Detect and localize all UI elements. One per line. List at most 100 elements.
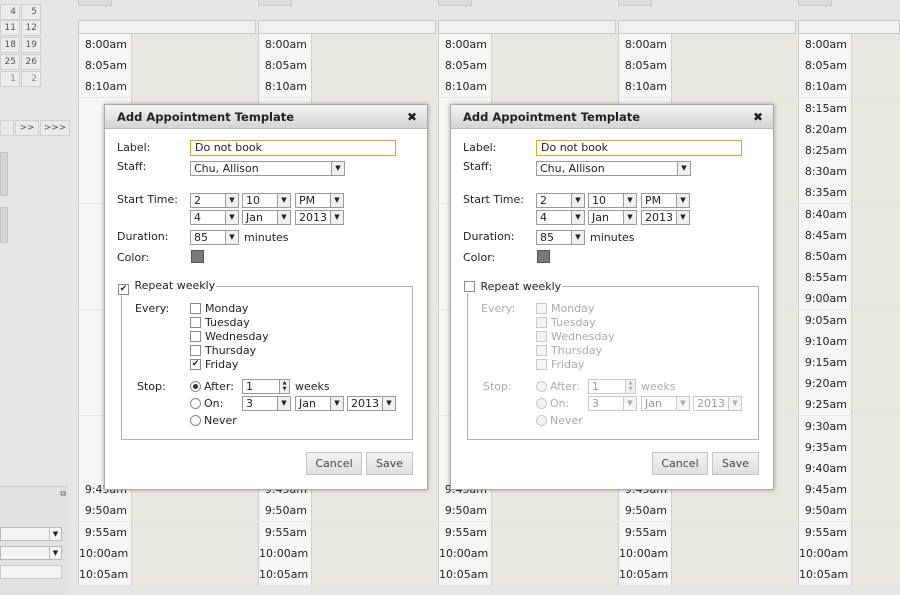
time-slot-cell[interactable] bbox=[852, 161, 900, 183]
time-slot-cell[interactable] bbox=[312, 500, 436, 522]
spinner-down-icon[interactable]: ▼ bbox=[629, 386, 633, 392]
time-slot-cell[interactable] bbox=[492, 542, 616, 564]
duration-select[interactable]: 85 ▼ bbox=[536, 230, 585, 245]
monday-checkbox[interactable] bbox=[190, 303, 201, 314]
time-slot-cell[interactable] bbox=[492, 564, 616, 585]
time-slot-cell[interactable] bbox=[132, 500, 256, 522]
mini-calendar-day[interactable]: 2 bbox=[21, 71, 41, 87]
time-slot-cell[interactable] bbox=[132, 76, 256, 98]
repeat-weekly-checkbox[interactable] bbox=[464, 281, 475, 292]
mini-calendar-day[interactable]: 12 bbox=[21, 20, 41, 36]
day-header[interactable] bbox=[438, 20, 616, 34]
start-minute-select[interactable]: 10 ▼ bbox=[242, 193, 291, 208]
start-year-select[interactable]: 2013 ▼ bbox=[295, 210, 344, 225]
color-swatch[interactable] bbox=[537, 250, 550, 263]
popout-icon[interactable]: ⧉ bbox=[60, 489, 66, 499]
time-slot-cell[interactable] bbox=[852, 436, 900, 458]
after-weeks-spinner[interactable]: 1 ▲ ▼ bbox=[588, 379, 636, 394]
column-tab[interactable] bbox=[78, 0, 112, 6]
nav-next-month-button[interactable]: >>> bbox=[40, 120, 70, 136]
time-slot-cell[interactable] bbox=[852, 76, 900, 98]
time-slot-cell[interactable] bbox=[852, 542, 900, 564]
time-slot-cell[interactable] bbox=[852, 118, 900, 140]
stop-never-radio[interactable] bbox=[536, 415, 547, 426]
stop-never-radio[interactable] bbox=[190, 415, 201, 426]
time-slot-cell[interactable] bbox=[852, 352, 900, 373]
day-header[interactable] bbox=[798, 20, 900, 34]
mini-calendar-day[interactable]: 26 bbox=[21, 54, 41, 70]
column-tab[interactable] bbox=[438, 0, 472, 6]
save-button[interactable]: Save bbox=[712, 452, 759, 475]
start-day-select[interactable]: 4 ▼ bbox=[536, 210, 585, 225]
time-slot-cell[interactable] bbox=[852, 521, 900, 543]
time-slot-cell[interactable] bbox=[852, 55, 900, 77]
side-tab[interactable] bbox=[0, 152, 8, 196]
time-slot-cell[interactable] bbox=[312, 521, 436, 543]
time-slot-cell[interactable] bbox=[672, 34, 796, 55]
friday-checkbox[interactable] bbox=[536, 359, 547, 370]
time-slot-cell[interactable] bbox=[312, 76, 436, 98]
thursday-checkbox[interactable] bbox=[536, 345, 547, 356]
start-ampm-select[interactable]: PM ▼ bbox=[295, 193, 344, 208]
close-icon[interactable]: ✖ bbox=[753, 105, 763, 129]
wednesday-checkbox[interactable] bbox=[190, 331, 201, 342]
time-slot-cell[interactable] bbox=[132, 542, 256, 564]
time-slot-cell[interactable] bbox=[852, 97, 900, 119]
time-slot-cell[interactable] bbox=[852, 34, 900, 55]
side-input[interactable] bbox=[0, 565, 62, 579]
side-select[interactable]: ▼ bbox=[0, 546, 62, 560]
time-slot-cell[interactable] bbox=[312, 34, 436, 55]
friday-checkbox[interactable]: ✔ bbox=[190, 359, 201, 370]
spinner-arrows-icon[interactable]: ▲ ▼ bbox=[625, 380, 635, 393]
label-input[interactable]: Do not book bbox=[190, 140, 396, 156]
time-slot-cell[interactable] bbox=[852, 246, 900, 267]
time-slot-cell[interactable] bbox=[132, 521, 256, 543]
time-slot-cell[interactable] bbox=[852, 415, 900, 437]
after-weeks-spinner[interactable]: 1 ▲ ▼ bbox=[242, 379, 290, 394]
mini-calendar-day[interactable]: 1 bbox=[0, 71, 20, 87]
start-ampm-select[interactable]: PM ▼ bbox=[641, 193, 690, 208]
time-slot-cell[interactable] bbox=[132, 564, 256, 585]
time-slot-cell[interactable] bbox=[492, 500, 616, 522]
mini-calendar-day[interactable]: 18 bbox=[0, 37, 20, 53]
mini-calendar-day[interactable]: 4 bbox=[0, 4, 20, 20]
label-input[interactable]: Do not book bbox=[536, 140, 742, 156]
stop-year-select[interactable]: 2013 ▼ bbox=[347, 396, 396, 411]
thursday-checkbox[interactable] bbox=[190, 345, 201, 356]
start-day-select[interactable]: 4 ▼ bbox=[190, 210, 239, 225]
mini-calendar-day[interactable]: 25 bbox=[0, 54, 20, 70]
repeat-weekly-checkbox[interactable]: ✔ bbox=[118, 284, 129, 295]
mini-calendar-day[interactable]: 11 bbox=[0, 20, 20, 36]
mini-calendar-day[interactable]: 5 bbox=[21, 4, 41, 20]
time-slot-cell[interactable] bbox=[852, 564, 900, 585]
day-header[interactable] bbox=[78, 20, 256, 34]
time-slot-cell[interactable] bbox=[492, 521, 616, 543]
time-slot-cell[interactable] bbox=[852, 182, 900, 204]
time-slot-cell[interactable] bbox=[672, 564, 796, 585]
cancel-button[interactable]: Cancel bbox=[306, 452, 362, 475]
time-slot-cell[interactable] bbox=[852, 479, 900, 501]
time-slot-cell[interactable] bbox=[492, 55, 616, 77]
column-tab[interactable] bbox=[258, 0, 292, 6]
nav-next-button[interactable] bbox=[0, 120, 14, 136]
start-hour-select[interactable]: 2 ▼ bbox=[190, 193, 239, 208]
time-slot-cell[interactable] bbox=[492, 76, 616, 98]
stop-after-radio[interactable] bbox=[536, 381, 547, 392]
wednesday-checkbox[interactable] bbox=[536, 331, 547, 342]
save-button[interactable]: Save bbox=[366, 452, 413, 475]
stop-month-select[interactable]: Jan ▼ bbox=[295, 396, 344, 411]
column-tab[interactable] bbox=[798, 0, 832, 6]
stop-after-radio[interactable] bbox=[190, 381, 201, 392]
tuesday-checkbox[interactable] bbox=[536, 317, 547, 328]
start-year-select[interactable]: 2013 ▼ bbox=[641, 210, 690, 225]
time-slot-cell[interactable] bbox=[852, 394, 900, 416]
start-minute-select[interactable]: 10 ▼ bbox=[588, 193, 637, 208]
start-month-select[interactable]: Jan ▼ bbox=[242, 210, 291, 225]
mini-calendar-day[interactable]: 19 bbox=[21, 37, 41, 53]
time-slot-cell[interactable] bbox=[672, 500, 796, 522]
time-slot-cell[interactable] bbox=[132, 34, 256, 55]
time-slot-cell[interactable] bbox=[312, 55, 436, 77]
time-slot-cell[interactable] bbox=[672, 542, 796, 564]
column-tab[interactable] bbox=[618, 0, 652, 6]
time-slot-cell[interactable] bbox=[312, 542, 436, 564]
